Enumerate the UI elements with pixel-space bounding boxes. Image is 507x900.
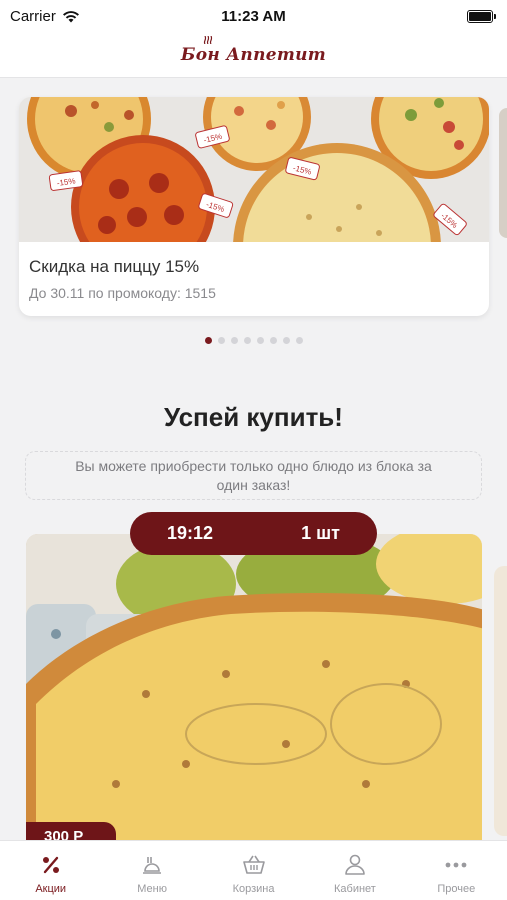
promo-pizza-image: -15% -15% -15% -15% -15% bbox=[19, 97, 489, 242]
user-icon bbox=[345, 854, 365, 875]
tab-cart[interactable]: Корзина bbox=[203, 841, 304, 900]
tab-more[interactable]: Прочее bbox=[406, 841, 507, 900]
tab-menu[interactable]: Меню bbox=[101, 841, 202, 900]
next-promo-card[interactable] bbox=[499, 108, 507, 238]
notice-box: Вы можете приобрести только одно блюдо и… bbox=[25, 451, 482, 500]
carousel-dot[interactable] bbox=[256, 337, 264, 344]
percent-icon bbox=[42, 856, 59, 874]
carousel-dot[interactable] bbox=[204, 337, 212, 344]
deal-quantity: 1 шт bbox=[301, 523, 340, 543]
carousel-dot[interactable] bbox=[243, 337, 251, 344]
carousel-dot[interactable] bbox=[295, 337, 303, 344]
battery-icon bbox=[467, 9, 496, 23]
basket-icon bbox=[242, 855, 265, 874]
carousel-dot[interactable] bbox=[230, 337, 238, 344]
tab-label-account: Кабинет bbox=[334, 883, 376, 895]
wifi-icon bbox=[62, 10, 79, 22]
carrier-label: Carrier bbox=[10, 7, 56, 25]
promo-card[interactable]: -15% -15% -15% -15% -15% Скидка на пиццу… bbox=[19, 97, 489, 316]
promo-title: Скидка на пиццу 15% bbox=[29, 257, 200, 276]
pear-pizza-image bbox=[26, 534, 482, 854]
tab-promotions[interactable]: Акции bbox=[0, 841, 101, 900]
tab-label-menu: Меню bbox=[137, 883, 167, 895]
brand-logo[interactable]: Бон Аппетит bbox=[180, 35, 327, 65]
menu-food-icon bbox=[143, 857, 162, 874]
deal-card[interactable] bbox=[26, 534, 482, 854]
logo-text: Бон Аппетит bbox=[180, 44, 327, 65]
status-left: Carrier bbox=[10, 8, 80, 25]
promo-subtitle: До 30.11 по промокоду: 1515 bbox=[29, 285, 216, 301]
carousel-dot[interactable] bbox=[269, 337, 277, 344]
app-header: Бон Аппетит bbox=[0, 32, 507, 78]
steam-icon bbox=[203, 35, 213, 44]
next-deal-card[interactable] bbox=[494, 566, 507, 836]
tab-bar: Акции Меню Корзина Кабинет Прочее bbox=[0, 840, 507, 900]
tab-label-promotions: Акции bbox=[35, 883, 67, 895]
deal-info-bar: 19:12 1 шт bbox=[130, 512, 377, 555]
carousel-dot[interactable] bbox=[282, 337, 290, 344]
more-icon bbox=[445, 862, 467, 868]
carousel-dots[interactable] bbox=[0, 337, 507, 344]
deal-timer: 19:12 bbox=[167, 523, 214, 543]
notice-text: Вы можете приобрести только одно блюдо и… bbox=[75, 457, 432, 493]
tab-label-more: Прочее bbox=[437, 883, 476, 895]
tab-account[interactable]: Кабинет bbox=[304, 841, 405, 900]
status-bar: Carrier 11:23 AM bbox=[0, 0, 507, 32]
carousel-dot[interactable] bbox=[217, 337, 225, 344]
tab-label-cart: Корзина bbox=[232, 883, 275, 895]
section-title: Успей купить! bbox=[164, 402, 343, 432]
